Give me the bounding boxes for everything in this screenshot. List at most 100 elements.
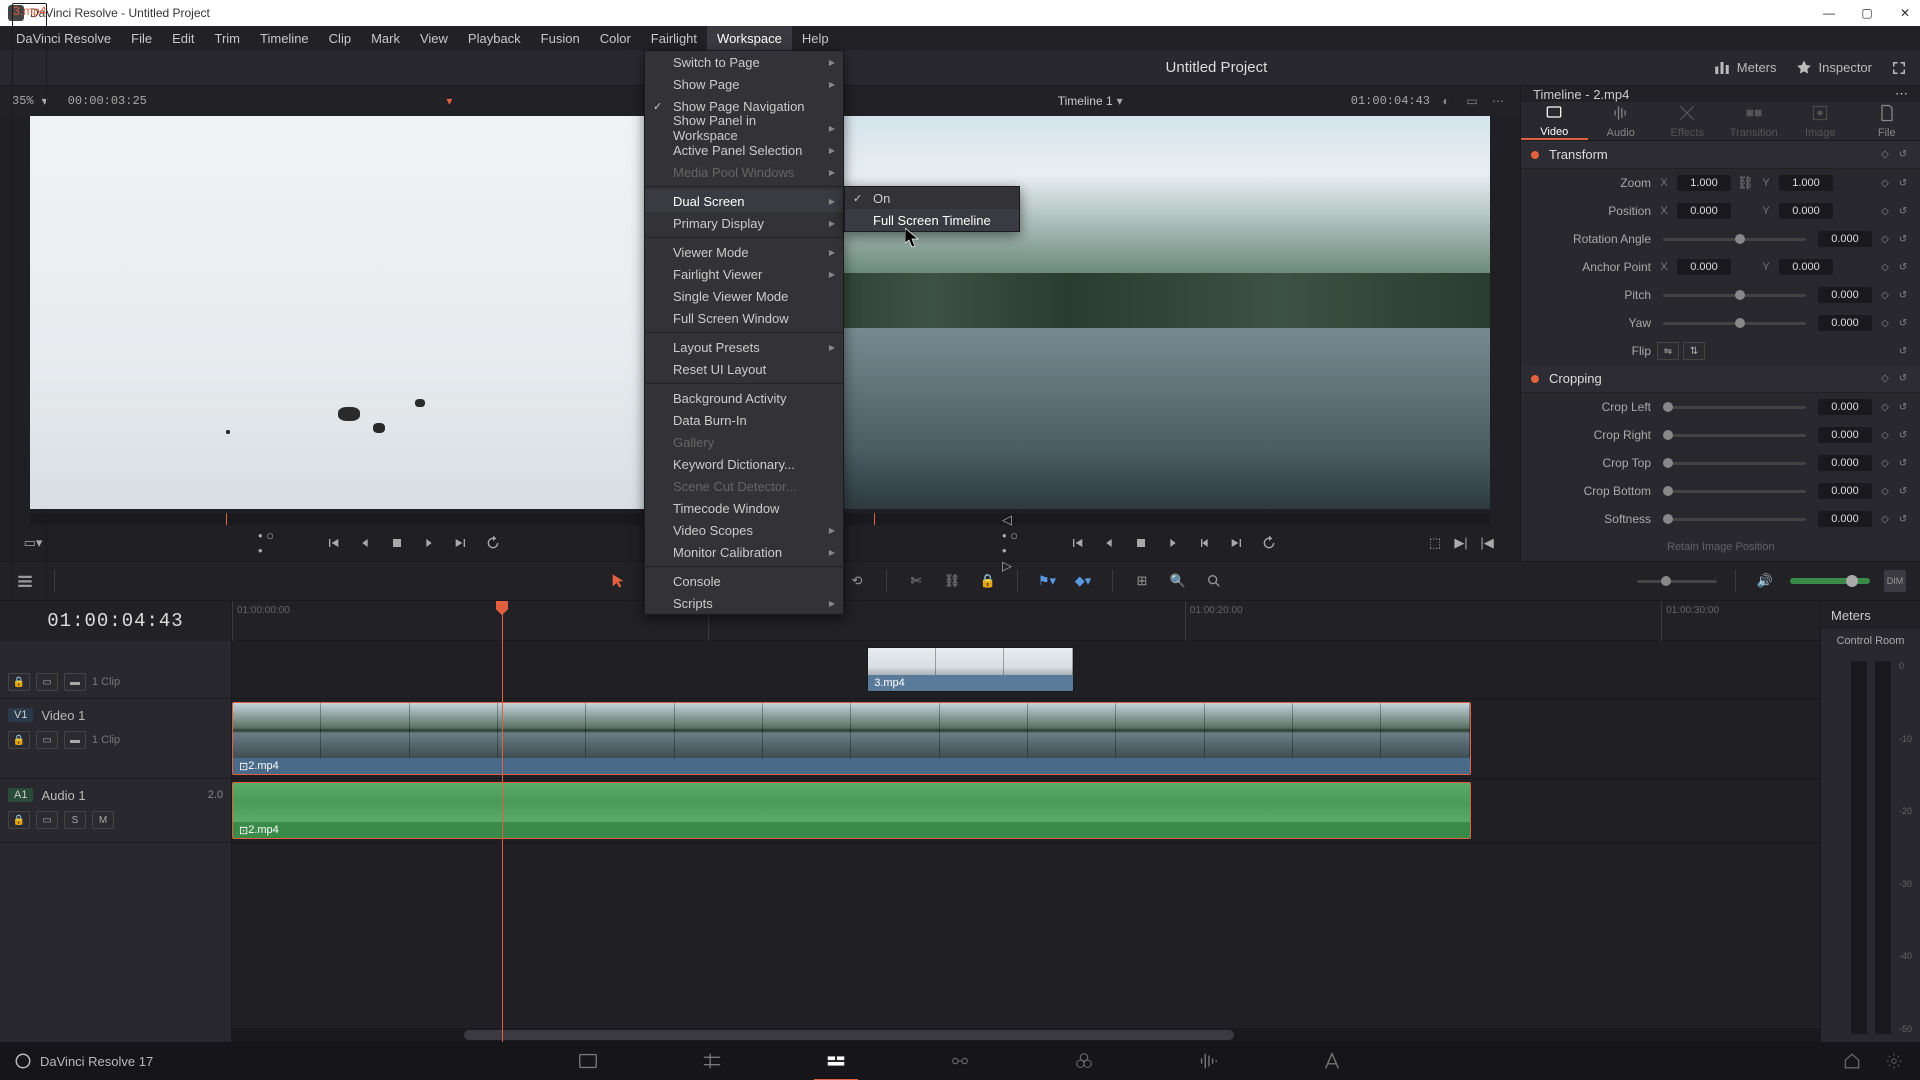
pitch-kf[interactable]: ◇	[1878, 288, 1892, 302]
menu-trim[interactable]: Trim	[205, 26, 251, 50]
prog-next-frame-button[interactable]	[1196, 534, 1214, 552]
loop-button[interactable]	[484, 534, 502, 552]
rot-reset[interactable]: ↺	[1896, 232, 1910, 246]
crop-left-input[interactable]: 0.000	[1818, 399, 1872, 415]
volume-slider[interactable]	[1790, 578, 1870, 584]
transform-section-header[interactable]: Transform ◇↺	[1521, 141, 1920, 169]
v2-disable[interactable]: ▬	[64, 673, 86, 691]
pos-reset[interactable]: ↺	[1896, 204, 1910, 218]
dim-button[interactable]: DIM	[1884, 570, 1906, 592]
menu-fusion[interactable]: Fusion	[531, 26, 590, 50]
marker-dropdown[interactable]: ◆▾	[1072, 570, 1094, 592]
play-button[interactable]	[420, 534, 438, 552]
prog-prev-frame-button[interactable]	[1100, 534, 1118, 552]
v1-tag[interactable]: V1	[8, 708, 33, 722]
v1-auto[interactable]: ▭	[36, 731, 58, 749]
dots-indicator[interactable]: • ○ •	[258, 534, 276, 552]
prog-stop-button[interactable]	[1132, 534, 1150, 552]
workspace-menu[interactable]: Switch to PageShow PageShow Page Navigat…	[644, 50, 844, 615]
ws-menu-switch-to-page[interactable]: Switch to Page	[645, 51, 843, 73]
flip-h-button[interactable]: ⇋	[1657, 342, 1679, 360]
maximize-button[interactable]: ▢	[1860, 6, 1874, 20]
v2-auto[interactable]: ▭	[36, 673, 58, 691]
prog-last-frame-button[interactable]	[1228, 534, 1246, 552]
ws-menu-fairlight-viewer[interactable]: Fairlight Viewer	[645, 263, 843, 285]
menu-clip[interactable]: Clip	[319, 26, 361, 50]
source-canvas[interactable]	[30, 116, 730, 509]
cs-reset[interactable]: ↺	[1896, 512, 1910, 526]
clip-2mp4-video[interactable]: ⊡ 2.mp4	[232, 702, 1471, 775]
first-frame-button[interactable]	[324, 534, 342, 552]
menu-timeline[interactable]: Timeline	[250, 26, 319, 50]
ct-reset[interactable]: ↺	[1896, 456, 1910, 470]
ws-menu-monitor-calibration[interactable]: Monitor Calibration	[645, 541, 843, 563]
ws-menu-single-viewer-mode[interactable]: Single Viewer Mode	[645, 285, 843, 307]
ws-menu-keyword-dictionary-[interactable]: Keyword Dictionary...	[645, 453, 843, 475]
dualscreen-full-screen-timeline[interactable]: Full Screen Timeline	[845, 209, 1019, 231]
flip-v-button[interactable]: ⇅	[1683, 342, 1705, 360]
viewer-options-button[interactable]: ▭	[1462, 91, 1482, 111]
flip-reset[interactable]: ↺	[1896, 344, 1910, 358]
v2-track[interactable]: 3.mp4	[232, 641, 1820, 699]
transform-kf-diamond[interactable]: ◇	[1878, 148, 1892, 162]
flag-dropdown[interactable]: ⚑▾	[1036, 570, 1058, 592]
ws-menu-show-panel-in-workspace[interactable]: Show Panel in Workspace	[645, 117, 843, 139]
inspector-tab-video[interactable]: Video	[1521, 102, 1588, 140]
timeline-h-scrollbar[interactable]	[232, 1028, 1820, 1042]
menu-file[interactable]: File	[121, 26, 162, 50]
menu-playback[interactable]: Playback	[458, 26, 531, 50]
zoom-kf[interactable]: ◇	[1878, 176, 1892, 190]
transform-enable-dot[interactable]	[1531, 151, 1539, 159]
pitch-slider[interactable]	[1663, 294, 1806, 297]
a1-arm[interactable]: ▭	[36, 811, 58, 829]
edit-page-button[interactable]	[824, 1049, 848, 1073]
v2-lock[interactable]: 🔒	[8, 673, 30, 691]
anchor-x-input[interactable]: 0.000	[1677, 259, 1731, 275]
inspector-toggle[interactable]: Inspector	[1795, 59, 1872, 77]
timeline-canvas[interactable]: 01:00:00:0001:00:10:0001:00:20:0001:00:3…	[232, 601, 1820, 1042]
yaw-reset[interactable]: ↺	[1896, 316, 1910, 330]
cb-reset[interactable]: ↺	[1896, 484, 1910, 498]
ws-menu-console[interactable]: Console	[645, 570, 843, 592]
rotation-input[interactable]: 0.000	[1818, 231, 1872, 247]
source-mode-dropdown[interactable]: ▭▾	[24, 534, 42, 552]
replace-tool[interactable]: ⟲	[846, 570, 868, 592]
project-settings-button[interactable]	[1882, 1049, 1906, 1073]
crop-softness-input[interactable]: 0.000	[1818, 511, 1872, 527]
zoom-y-input[interactable]: 1.000	[1779, 175, 1833, 191]
crop-bottom-slider[interactable]	[1663, 490, 1806, 493]
pos-x-input[interactable]: 0.000	[1677, 203, 1731, 219]
source-scrubber[interactable]	[30, 513, 730, 525]
last-frame-button[interactable]	[452, 534, 470, 552]
crop-softness-slider[interactable]	[1663, 518, 1806, 521]
ws-menu-full-screen-window[interactable]: Full Screen Window	[645, 307, 843, 329]
inspector-tab-audio[interactable]: Audio	[1588, 102, 1655, 140]
zoom-reset[interactable]: ↺	[1896, 176, 1910, 190]
timeline-name-dropdown[interactable]: Timeline 1	[1058, 94, 1113, 108]
menu-help[interactable]: Help	[792, 26, 839, 50]
menu-mark[interactable]: Mark	[361, 26, 410, 50]
goto-in-button[interactable]: ▶|	[1452, 534, 1470, 552]
goto-out-button[interactable]: |◀	[1478, 534, 1496, 552]
rot-kf[interactable]: ◇	[1878, 232, 1892, 246]
menu-color[interactable]: Color	[590, 26, 641, 50]
yaw-kf[interactable]: ◇	[1878, 316, 1892, 330]
zoom-x-input[interactable]: 1.000	[1677, 175, 1731, 191]
program-canvas[interactable]	[790, 116, 1490, 509]
minimize-button[interactable]: —	[1822, 6, 1836, 20]
media-page-button[interactable]	[576, 1049, 600, 1073]
rotation-slider[interactable]	[1663, 238, 1806, 241]
v1-lock[interactable]: 🔒	[8, 731, 30, 749]
anchor-reset[interactable]: ↺	[1896, 260, 1910, 274]
expand-button[interactable]	[1890, 59, 1908, 77]
dualscreen-on[interactable]: On	[845, 187, 1019, 209]
yaw-slider[interactable]	[1663, 322, 1806, 325]
fairlight-page-button[interactable]	[1196, 1049, 1220, 1073]
cut-page-button[interactable]	[700, 1049, 724, 1073]
close-button[interactable]: ✕	[1898, 6, 1912, 20]
menu-edit[interactable]: Edit	[162, 26, 204, 50]
cr-reset[interactable]: ↺	[1896, 428, 1910, 442]
search-tool[interactable]	[1203, 570, 1225, 592]
cb-kf[interactable]: ◇	[1878, 484, 1892, 498]
ws-menu-scripts[interactable]: Scripts	[645, 592, 843, 614]
